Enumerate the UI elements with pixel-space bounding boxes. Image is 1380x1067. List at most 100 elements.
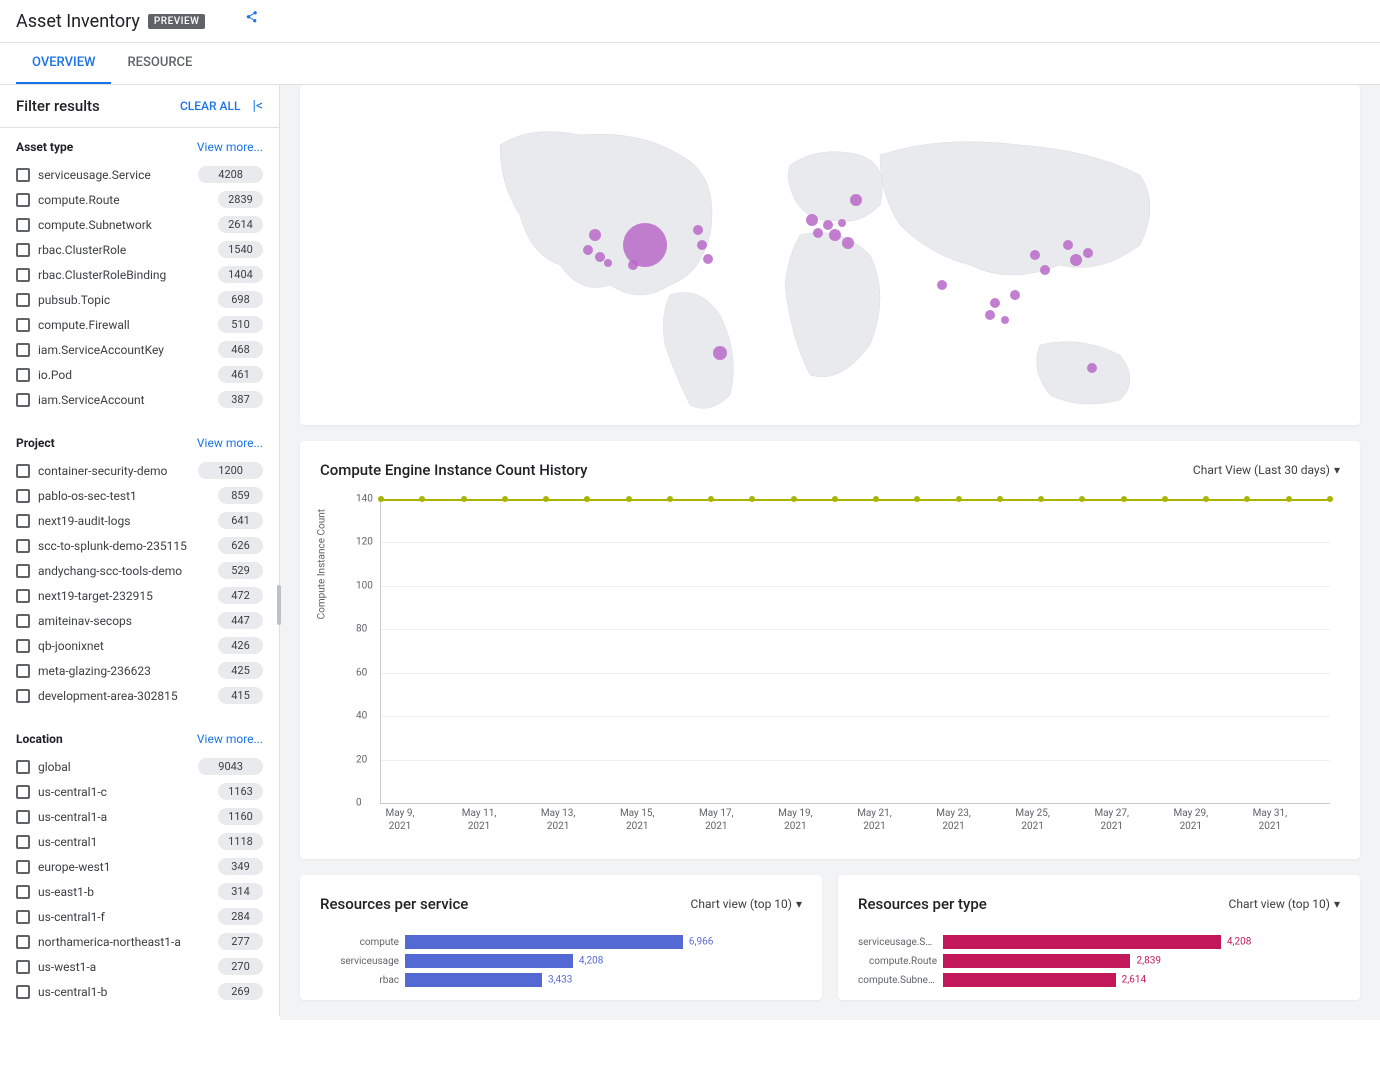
map-location-dot[interactable] <box>604 259 612 267</box>
bar-fill[interactable] <box>943 973 1116 987</box>
bar-fill[interactable] <box>405 935 683 949</box>
data-point[interactable] <box>419 496 425 502</box>
data-point[interactable] <box>873 496 879 502</box>
filter-row[interactable]: meta-glazing-236623425 <box>16 658 263 683</box>
map-location-dot[interactable] <box>985 310 995 320</box>
map-location-dot[interactable] <box>583 245 593 255</box>
chart-view-dropdown[interactable]: Chart View (Last 30 days) ▾ <box>1193 463 1340 477</box>
filter-row[interactable]: next19-audit-logs641 <box>16 508 263 533</box>
map-location-dot[interactable] <box>703 254 713 264</box>
filter-row[interactable]: io.Pod461 <box>16 362 263 387</box>
view-more-link[interactable]: View more... <box>197 732 263 746</box>
checkbox[interactable] <box>16 860 30 874</box>
filter-row[interactable]: compute.Route2839 <box>16 187 263 212</box>
checkbox[interactable] <box>16 960 30 974</box>
map-location-dot[interactable] <box>693 225 703 235</box>
sidebar-scrollbar[interactable] <box>277 585 281 625</box>
filter-row[interactable]: us-central11118 <box>16 829 263 854</box>
filter-row[interactable]: us-east1-b314 <box>16 879 263 904</box>
filter-row[interactable]: us-central1-f284 <box>16 904 263 929</box>
checkbox[interactable] <box>16 514 30 528</box>
map-location-dot[interactable] <box>829 229 841 241</box>
filter-row[interactable]: northamerica-northeast1-a277 <box>16 929 263 954</box>
data-point[interactable] <box>1038 496 1044 502</box>
filter-row[interactable]: pubsub.Topic698 <box>16 287 263 312</box>
checkbox[interactable] <box>16 168 30 182</box>
bar-fill[interactable] <box>943 935 1221 949</box>
data-point[interactable] <box>1327 496 1333 502</box>
map-location-dot[interactable] <box>838 219 846 227</box>
checkbox[interactable] <box>16 564 30 578</box>
data-point[interactable] <box>791 496 797 502</box>
filter-row[interactable]: scc-to-splunk-demo-235115626 <box>16 533 263 558</box>
checkbox[interactable] <box>16 489 30 503</box>
map-location-dot[interactable] <box>806 214 818 226</box>
map-location-dot[interactable] <box>937 280 947 290</box>
filter-row[interactable]: compute.Subnetwork2614 <box>16 212 263 237</box>
checkbox[interactable] <box>16 985 30 999</box>
map-location-dot[interactable] <box>1001 316 1009 324</box>
checkbox[interactable] <box>16 589 30 603</box>
view-more-link[interactable]: View more... <box>197 140 263 154</box>
map-location-dot[interactable] <box>589 229 601 241</box>
map-location-dot[interactable] <box>623 223 667 267</box>
map-location-dot[interactable] <box>1010 290 1020 300</box>
data-point[interactable] <box>667 496 673 502</box>
chart-view-dropdown[interactable]: Chart view (top 10) ▾ <box>691 897 802 911</box>
filter-row[interactable]: pablo-os-sec-test1859 <box>16 483 263 508</box>
data-point[interactable] <box>749 496 755 502</box>
data-point[interactable] <box>1079 496 1085 502</box>
data-point[interactable] <box>997 496 1003 502</box>
map-location-dot[interactable] <box>713 346 727 360</box>
map-location-dot[interactable] <box>990 298 1000 308</box>
data-point[interactable] <box>584 496 590 502</box>
checkbox[interactable] <box>16 639 30 653</box>
data-point[interactable] <box>626 496 632 502</box>
checkbox[interactable] <box>16 393 30 407</box>
collapse-sidebar-icon[interactable]: |< <box>252 98 263 114</box>
checkbox[interactable] <box>16 318 30 332</box>
checkbox[interactable] <box>16 243 30 257</box>
data-point[interactable] <box>1244 496 1250 502</box>
tab-overview[interactable]: OVERVIEW <box>16 43 111 84</box>
data-point[interactable] <box>378 496 384 502</box>
map-location-dot[interactable] <box>1087 363 1097 373</box>
checkbox[interactable] <box>16 689 30 703</box>
checkbox[interactable] <box>16 614 30 628</box>
map-location-dot[interactable] <box>628 260 638 270</box>
checkbox[interactable] <box>16 464 30 478</box>
data-point[interactable] <box>1286 496 1292 502</box>
checkbox[interactable] <box>16 193 30 207</box>
checkbox[interactable] <box>16 885 30 899</box>
checkbox[interactable] <box>16 539 30 553</box>
bar-fill[interactable] <box>405 973 542 987</box>
filter-row[interactable]: next19-target-232915472 <box>16 583 263 608</box>
map-location-dot[interactable] <box>813 228 823 238</box>
map-location-dot[interactable] <box>1083 248 1093 258</box>
filter-row[interactable]: rbac.ClusterRoleBinding1404 <box>16 262 263 287</box>
checkbox[interactable] <box>16 910 30 924</box>
data-point[interactable] <box>543 496 549 502</box>
map-location-dot[interactable] <box>697 240 707 250</box>
data-point[interactable] <box>502 496 508 502</box>
filter-row[interactable]: iam.ServiceAccountKey468 <box>16 337 263 362</box>
map-location-dot[interactable] <box>823 220 833 230</box>
checkbox[interactable] <box>16 368 30 382</box>
chart-view-dropdown[interactable]: Chart view (top 10) ▾ <box>1229 897 1340 911</box>
checkbox[interactable] <box>16 935 30 949</box>
checkbox[interactable] <box>16 810 30 824</box>
view-more-link[interactable]: View more... <box>197 436 263 450</box>
filter-row[interactable]: compute.Firewall510 <box>16 312 263 337</box>
filter-row[interactable]: us-west1-a270 <box>16 954 263 979</box>
data-point[interactable] <box>1203 496 1209 502</box>
checkbox[interactable] <box>16 218 30 232</box>
filter-row[interactable]: qb-joonixnet426 <box>16 633 263 658</box>
filter-row[interactable]: container-security-demo1200 <box>16 458 263 483</box>
filter-row[interactable]: europe-west1349 <box>16 854 263 879</box>
filter-row[interactable]: andychang-scc-tools-demo529 <box>16 558 263 583</box>
map-location-dot[interactable] <box>1063 240 1073 250</box>
data-point[interactable] <box>832 496 838 502</box>
map-location-dot[interactable] <box>842 237 854 249</box>
data-point[interactable] <box>914 496 920 502</box>
map-location-dot[interactable] <box>1070 254 1082 266</box>
